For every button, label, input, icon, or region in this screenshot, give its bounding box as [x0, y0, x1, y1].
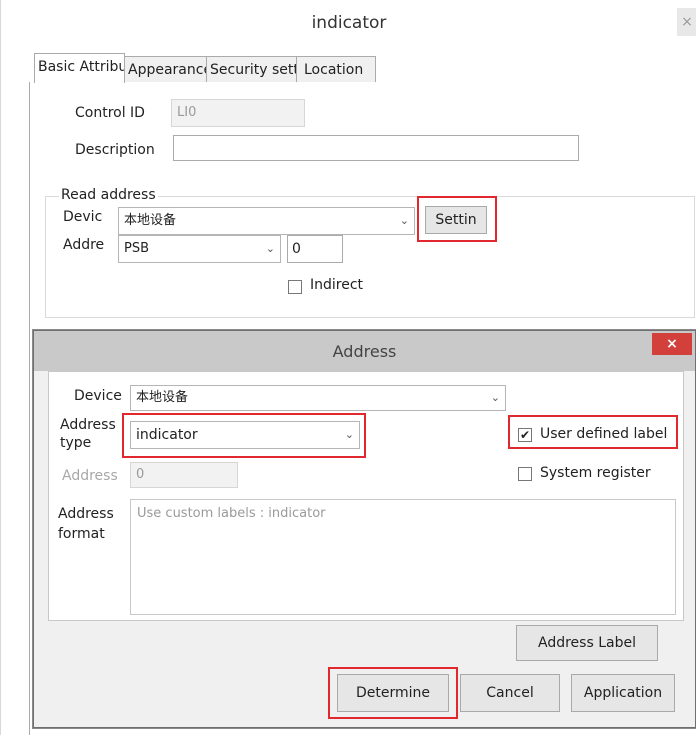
tab-appearance[interactable]: Appearance [124, 56, 207, 82]
address-dialog: Address × Device 本地设备 ⌄ Address type ind… [33, 330, 696, 728]
application-button[interactable]: Application [571, 674, 675, 712]
address-type-label-line2: type [60, 435, 92, 451]
highlight-box [122, 413, 366, 458]
device-label: Device [74, 388, 122, 404]
device-label: Devic [63, 209, 103, 225]
address-type-select[interactable]: PSB ⌄ [118, 235, 281, 263]
address-dialog-title: Address [332, 342, 397, 361]
address-type-label-line1: Address [60, 417, 116, 433]
indirect-label: Indirect [310, 277, 364, 293]
highlight-box [508, 415, 678, 449]
address-format-textarea[interactable]: Use custom labels : indicator [130, 499, 676, 615]
system-register-label: System register [540, 465, 651, 481]
device-value: 本地设备 [124, 213, 177, 228]
cancel-button[interactable]: Cancel [460, 674, 560, 712]
close-icon[interactable]: × [677, 8, 696, 36]
address-type-label: Address type [60, 416, 116, 452]
chevron-down-icon: ⌄ [490, 391, 500, 404]
tab-location[interactable]: Location [296, 56, 376, 82]
chevron-down-icon: ⌄ [265, 242, 275, 255]
address-format-label-line2: format [58, 526, 105, 542]
address-field: 0 [130, 462, 238, 488]
address-format-label: Address format [58, 504, 114, 544]
read-address-label: Read address [59, 187, 158, 203]
highlight-box [417, 196, 497, 242]
address-format-label-line1: Address [58, 506, 114, 522]
indirect-checkbox[interactable] [288, 280, 302, 294]
address-label: Addre [63, 237, 105, 253]
tab-security-settings[interactable]: Security settings [206, 56, 297, 82]
description-label: Description [75, 142, 155, 158]
chevron-down-icon: ⌄ [399, 214, 409, 227]
control-id-label: Control ID [75, 105, 145, 121]
system-register-checkbox[interactable] [518, 467, 532, 481]
device-value: 本地设备 [136, 390, 189, 405]
address-label-button[interactable]: Address Label [516, 625, 658, 661]
highlight-box [328, 667, 458, 719]
address-type-value: PSB [124, 241, 150, 256]
tab-basic-attributes[interactable]: Basic Attributes [34, 53, 125, 83]
description-input[interactable] [173, 135, 579, 161]
control-id-field: LI0 [171, 99, 305, 127]
device-select[interactable]: 本地设备 ⌄ [130, 385, 506, 411]
address-label: Address [62, 468, 118, 484]
address-value-input[interactable]: 0 [287, 235, 343, 263]
device-select[interactable]: 本地设备 ⌄ [118, 207, 415, 235]
dialog-title: indicator [311, 13, 387, 33]
close-icon[interactable]: × [652, 333, 692, 355]
